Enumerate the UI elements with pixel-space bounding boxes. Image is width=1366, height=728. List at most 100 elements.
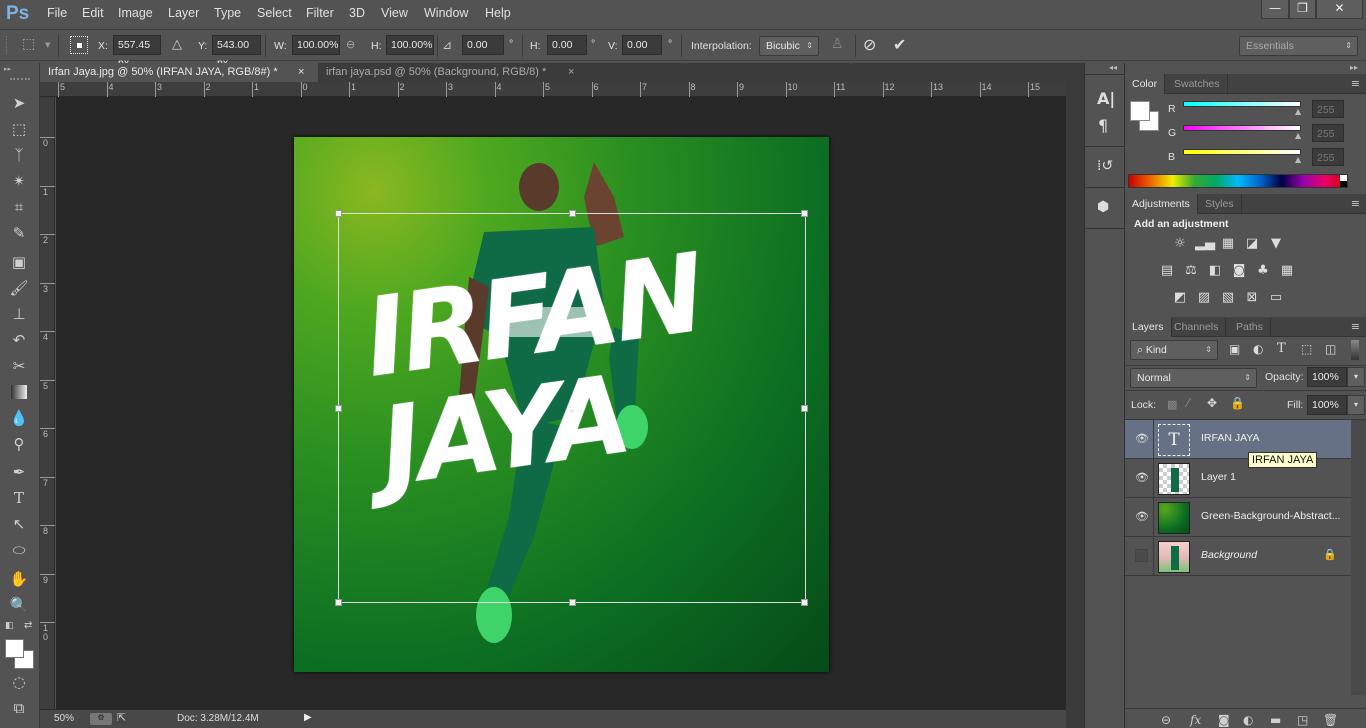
tab-irfan-jaya-psd[interactable]: irfan jaya.psd @ 50% (Background, RGB/8)…: [318, 63, 584, 82]
transform-handle-bottom-left[interactable]: [335, 599, 342, 606]
panel-menu-icon[interactable]: ≡: [1351, 77, 1360, 90]
reference-point-crosshair-icon[interactable]: ⌖: [569, 406, 575, 417]
layer-style-fx-icon[interactable]: fx: [1190, 713, 1201, 727]
crop-tool-icon[interactable]: ⌗: [8, 196, 30, 218]
cancel-transform-icon[interactable]: ⊘: [863, 35, 876, 54]
b-slider-thumb[interactable]: ▲: [1295, 155, 1301, 164]
pen-tool-icon[interactable]: ✒: [8, 461, 30, 483]
default-colors-icon[interactable]: ◧: [5, 621, 14, 631]
tab-adjustments[interactable]: Adjustments: [1125, 194, 1198, 214]
warp-mode-icon[interactable]: ♙: [831, 36, 844, 52]
menu-help[interactable]: Help: [485, 6, 511, 20]
hand-tool-icon[interactable]: ✋: [8, 568, 30, 590]
g-slider[interactable]: [1183, 125, 1301, 131]
b-slider[interactable]: [1183, 149, 1301, 155]
blur-tool-icon[interactable]: 💧: [8, 407, 30, 429]
tab-irfan-jaya-jpg[interactable]: Irfan Jaya.jpg @ 50% (IRFAN JAYA, RGB/8#…: [40, 63, 318, 82]
photo-filter-icon[interactable]: ◙: [1230, 263, 1248, 279]
vertical-ruler[interactable]: 0 1 2 3 4 5 6 7 8 9 1 0: [40, 97, 55, 709]
lasso-tool-icon[interactable]: ᛉ: [8, 144, 30, 166]
ellipse-tool-icon[interactable]: ⬭: [8, 539, 30, 561]
delete-layer-icon[interactable]: 🗑: [1323, 713, 1338, 727]
minimize-button[interactable]: —: [1261, 0, 1289, 19]
hskew-input[interactable]: 0.00: [547, 35, 587, 55]
transform-handle-top-left[interactable]: [335, 210, 342, 217]
width-input[interactable]: 100.00%: [292, 35, 340, 55]
exposure-icon[interactable]: ◪: [1243, 236, 1261, 252]
menu-edit[interactable]: Edit: [82, 6, 104, 20]
close-tab-icon[interactable]: ×: [298, 63, 304, 82]
workspace-select[interactable]: Essentials ⇕: [1239, 36, 1358, 56]
swap-colors-icon[interactable]: ⇄: [24, 620, 32, 631]
options-grip[interactable]: [6, 36, 9, 54]
rotate-input[interactable]: 0.00: [462, 35, 504, 55]
menu-layer[interactable]: Layer: [168, 6, 199, 20]
lock-all-icon[interactable]: 🔒: [1230, 396, 1245, 410]
layer-name[interactable]: Background: [1201, 549, 1257, 561]
levels-icon[interactable]: ▂▄: [1195, 236, 1215, 252]
color-balance-icon[interactable]: ⚖: [1182, 263, 1200, 279]
close-window-button[interactable]: ✕: [1316, 0, 1363, 19]
move-tool-icon[interactable]: ➤: [8, 92, 30, 114]
reference-point-icon[interactable]: [70, 36, 88, 54]
lock-pixels-icon[interactable]: ⁄: [1187, 396, 1189, 410]
lock-position-icon[interactable]: ✥: [1207, 396, 1217, 410]
screen-mode-icon[interactable]: ⧉: [8, 697, 30, 719]
path-selection-tool-icon[interactable]: ↖: [8, 513, 30, 535]
channel-mixer-icon[interactable]: ♣: [1254, 263, 1272, 279]
transform-handle-top-right[interactable]: [801, 210, 808, 217]
filter-smart-object-icon[interactable]: ◫: [1325, 342, 1336, 356]
transform-tool-icon[interactable]: ⬚: [22, 36, 35, 52]
layer-name[interactable]: IRFAN JAYA: [1201, 432, 1260, 444]
selective-color-icon[interactable]: ⊠: [1243, 290, 1261, 306]
marquee-tool-icon[interactable]: ⬚: [8, 118, 30, 140]
3d-panel-icon[interactable]: ⬢: [1097, 199, 1109, 215]
x-input[interactable]: 557.45 px: [113, 35, 161, 69]
r-slider[interactable]: [1183, 101, 1301, 107]
transform-handle-right[interactable]: [801, 405, 808, 412]
brush-tool-icon[interactable]: 🖌: [8, 277, 30, 299]
filter-adjustment-icon[interactable]: ◐: [1253, 342, 1263, 356]
r-value-input[interactable]: 255: [1312, 100, 1344, 118]
posterize-icon[interactable]: ▨: [1195, 290, 1213, 306]
clone-stamp-tool-icon[interactable]: ⊥: [8, 303, 30, 325]
vibrance-icon[interactable]: ▼: [1267, 236, 1285, 252]
sync-settings-icon[interactable]: ⚙: [90, 713, 112, 725]
blend-mode-select[interactable]: Normal ⇕: [1130, 368, 1257, 388]
expand-panels-icon[interactable]: ▸▸: [1350, 63, 1358, 72]
filter-pixel-icon[interactable]: ▣: [1229, 342, 1240, 356]
menu-file[interactable]: File: [47, 6, 67, 20]
tab-layers[interactable]: Layers: [1125, 317, 1172, 337]
fill-dropdown-icon[interactable]: ▾: [1347, 395, 1365, 415]
menu-type[interactable]: Type: [214, 6, 241, 20]
history-brush-tool-icon[interactable]: ↶: [8, 329, 30, 351]
magic-wand-tool-icon[interactable]: ✴: [8, 170, 30, 192]
tool-preset-dropdown-icon[interactable]: ▼: [45, 41, 50, 49]
menu-view[interactable]: View: [381, 6, 408, 20]
menu-select[interactable]: Select: [257, 6, 292, 20]
link-icon[interactable]: ⊖: [346, 38, 355, 51]
visibility-eye-icon[interactable]: 👁: [1135, 510, 1149, 524]
curves-icon[interactable]: ▦: [1219, 236, 1237, 252]
visibility-eye-icon[interactable]: 👁: [1135, 432, 1149, 446]
new-group-icon[interactable]: ▬: [1270, 713, 1281, 727]
layers-scrollbar[interactable]: [1351, 420, 1366, 695]
layer-name[interactable]: Layer 1: [1201, 471, 1236, 483]
y-input[interactable]: 543.00 px: [212, 35, 261, 69]
vskew-input[interactable]: 0.00: [622, 35, 662, 55]
threshold-icon[interactable]: ▧: [1219, 290, 1237, 306]
color-lookup-icon[interactable]: ▦: [1278, 263, 1296, 279]
color-spectrum-bar[interactable]: [1128, 174, 1348, 188]
lock-transparent-icon[interactable]: ▩: [1167, 398, 1177, 411]
collapse-dock-icon[interactable]: ◂◂: [1109, 63, 1117, 72]
transform-handle-bottom[interactable]: [569, 599, 576, 606]
layer-row-green-background[interactable]: 👁 Green-Background-Abstract...: [1125, 498, 1351, 537]
g-slider-thumb[interactable]: ▲: [1295, 131, 1301, 140]
gradient-tool-icon[interactable]: [8, 381, 30, 403]
tab-styles[interactable]: Styles: [1198, 194, 1242, 214]
status-menu-arrow-icon[interactable]: ▶: [304, 712, 312, 723]
panel-menu-icon[interactable]: ≡: [1351, 197, 1360, 210]
transform-handle-top[interactable]: [569, 210, 576, 217]
opacity-input[interactable]: 100%: [1307, 367, 1347, 387]
share-icon[interactable]: ⇱: [117, 711, 126, 724]
